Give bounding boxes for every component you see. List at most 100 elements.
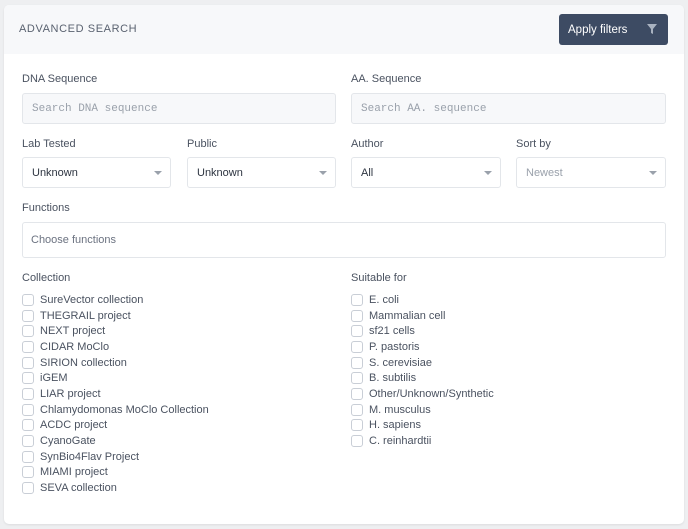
chevron-down-icon bbox=[319, 171, 327, 175]
suitable-for-checkbox-item[interactable]: S. cerevisiae bbox=[351, 355, 494, 371]
suitable-for-label: Suitable for bbox=[351, 272, 407, 284]
checkbox[interactable] bbox=[22, 293, 34, 306]
card-header: ADVANCED SEARCH Apply filters bbox=[4, 5, 684, 54]
checkbox-label: SynBio4Flav Project bbox=[40, 450, 140, 463]
author-value: All bbox=[361, 166, 374, 179]
public-label: Public bbox=[187, 138, 217, 150]
checkbox-label: C. reinhardtii bbox=[369, 435, 432, 448]
collection-checkbox-item[interactable]: ACDC project bbox=[22, 418, 209, 434]
chevron-down-icon bbox=[649, 171, 657, 175]
checkbox[interactable] bbox=[351, 325, 363, 338]
checkbox[interactable] bbox=[351, 403, 363, 416]
lab-tested-label: Lab Tested bbox=[22, 138, 76, 150]
checkbox[interactable] bbox=[351, 387, 363, 400]
checkbox[interactable] bbox=[351, 309, 363, 322]
checkbox[interactable] bbox=[22, 356, 34, 369]
apply-filters-button[interactable]: Apply filters bbox=[559, 14, 668, 45]
checkbox[interactable] bbox=[22, 435, 34, 448]
checkbox-label: iGEM bbox=[40, 372, 68, 385]
collection-checkbox-item[interactable]: CyanoGate bbox=[22, 433, 209, 449]
checkbox-label: Mammalian cell bbox=[369, 309, 446, 322]
suitable-for-checkbox-item[interactable]: Other/Unknown/Synthetic bbox=[351, 386, 494, 402]
checkbox-label: CyanoGate bbox=[40, 435, 96, 448]
checkbox-label: H. sapiens bbox=[369, 419, 421, 432]
aa-sequence-label: AA. Sequence bbox=[351, 73, 422, 85]
checkbox[interactable] bbox=[351, 435, 363, 448]
checkbox-label: SEVA collection bbox=[40, 482, 117, 495]
checkbox-label: M. musculus bbox=[369, 403, 431, 416]
checkbox-label: Other/Unknown/Synthetic bbox=[369, 387, 494, 400]
suitable-for-checkbox-item[interactable]: B. subtilis bbox=[351, 370, 494, 386]
collection-checkbox-item[interactable]: LIAR project bbox=[22, 386, 209, 402]
collection-checkbox-item[interactable]: SureVector collection bbox=[22, 292, 209, 308]
checkbox[interactable] bbox=[351, 419, 363, 432]
collection-checkbox-item[interactable]: MIAMI project bbox=[22, 465, 209, 481]
checkbox[interactable] bbox=[22, 403, 34, 416]
checkbox[interactable] bbox=[351, 340, 363, 353]
checkbox[interactable] bbox=[22, 387, 34, 400]
checkbox[interactable] bbox=[22, 340, 34, 353]
checkbox-label: THEGRAIL project bbox=[40, 309, 131, 322]
checkbox-label: sf21 cells bbox=[369, 325, 415, 338]
functions-label: Functions bbox=[22, 202, 70, 214]
checkbox-label: LIAR project bbox=[40, 387, 101, 400]
checkbox[interactable] bbox=[22, 325, 34, 338]
checkbox-label: B. subtilis bbox=[369, 372, 417, 385]
suitable-for-list: E. coli Mammalian cell sf21 cells P. pastor… bbox=[351, 292, 494, 449]
checkbox-label: MIAMI project bbox=[40, 466, 108, 479]
suitable-for-checkbox-item[interactable]: H. sapiens bbox=[351, 418, 494, 434]
chevron-down-icon bbox=[484, 171, 492, 175]
checkbox[interactable] bbox=[351, 356, 363, 369]
author-select[interactable]: All bbox=[351, 157, 501, 188]
aa-sequence-input[interactable] bbox=[351, 93, 666, 124]
collection-checkbox-item[interactable]: THEGRAIL project bbox=[22, 308, 209, 324]
checkbox[interactable] bbox=[22, 466, 34, 479]
advanced-search-card: ADVANCED SEARCH Apply filters DNA Sequen… bbox=[4, 5, 684, 524]
collection-list: SureVector collection THEGRAIL project NEX… bbox=[22, 292, 209, 496]
checkbox[interactable] bbox=[22, 450, 34, 463]
public-select[interactable]: Unknown bbox=[187, 157, 336, 188]
dna-sequence-input[interactable] bbox=[22, 93, 336, 124]
collection-checkbox-item[interactable]: Chlamydomonas MoClo Collection bbox=[22, 402, 209, 418]
collection-checkbox-item[interactable]: SynBio4Flav Project bbox=[22, 449, 209, 465]
checkbox[interactable] bbox=[351, 372, 363, 385]
collection-checkbox-item[interactable]: iGEM bbox=[22, 370, 209, 386]
suitable-for-checkbox-item[interactable]: P. pastoris bbox=[351, 339, 494, 355]
checkbox[interactable] bbox=[22, 419, 34, 432]
suitable-for-checkbox-item[interactable]: E. coli bbox=[351, 292, 494, 308]
public-value: Unknown bbox=[197, 166, 243, 179]
chevron-down-icon bbox=[154, 171, 162, 175]
collection-checkbox-item[interactable]: CIDAR MoClo bbox=[22, 339, 209, 355]
checkbox[interactable] bbox=[22, 372, 34, 385]
collection-label: Collection bbox=[22, 272, 71, 284]
collection-checkbox-item[interactable]: NEXT project bbox=[22, 323, 209, 339]
checkbox-label: CIDAR MoClo bbox=[40, 340, 110, 353]
suitable-for-checkbox-item[interactable]: sf21 cells bbox=[351, 323, 494, 339]
lab-tested-value: Unknown bbox=[32, 166, 78, 179]
checkbox-label: NEXT project bbox=[40, 325, 106, 338]
checkbox[interactable] bbox=[351, 293, 363, 306]
collection-checkbox-item[interactable]: SEVA collection bbox=[22, 480, 209, 496]
functions-placeholder: Choose functions bbox=[31, 234, 116, 246]
sort-by-label: Sort by bbox=[516, 138, 551, 150]
functions-multiselect[interactable]: Choose functions bbox=[22, 222, 666, 258]
apply-filters-label: Apply filters bbox=[568, 23, 628, 36]
author-label: Author bbox=[351, 138, 384, 150]
checkbox-label: SureVector collection bbox=[40, 293, 144, 306]
checkbox-label: P. pastoris bbox=[369, 340, 420, 353]
checkbox-label: SIRION collection bbox=[40, 356, 127, 369]
collection-checkbox-item[interactable]: SIRION collection bbox=[22, 355, 209, 371]
checkbox[interactable] bbox=[22, 309, 34, 322]
checkbox-label: ACDC project bbox=[40, 419, 108, 432]
page-title: ADVANCED SEARCH bbox=[19, 23, 138, 35]
suitable-for-checkbox-item[interactable]: M. musculus bbox=[351, 402, 494, 418]
lab-tested-select[interactable]: Unknown bbox=[22, 157, 171, 188]
suitable-for-checkbox-item[interactable]: Mammalian cell bbox=[351, 308, 494, 324]
suitable-for-checkbox-item[interactable]: C. reinhardtii bbox=[351, 433, 494, 449]
checkbox-label: E. coli bbox=[369, 293, 399, 306]
filter-icon bbox=[647, 24, 657, 34]
sort-by-select[interactable]: Newest bbox=[516, 157, 666, 188]
checkbox-label: Chlamydomonas MoClo Collection bbox=[40, 403, 209, 416]
dna-sequence-label: DNA Sequence bbox=[22, 73, 98, 85]
checkbox[interactable] bbox=[22, 482, 34, 495]
